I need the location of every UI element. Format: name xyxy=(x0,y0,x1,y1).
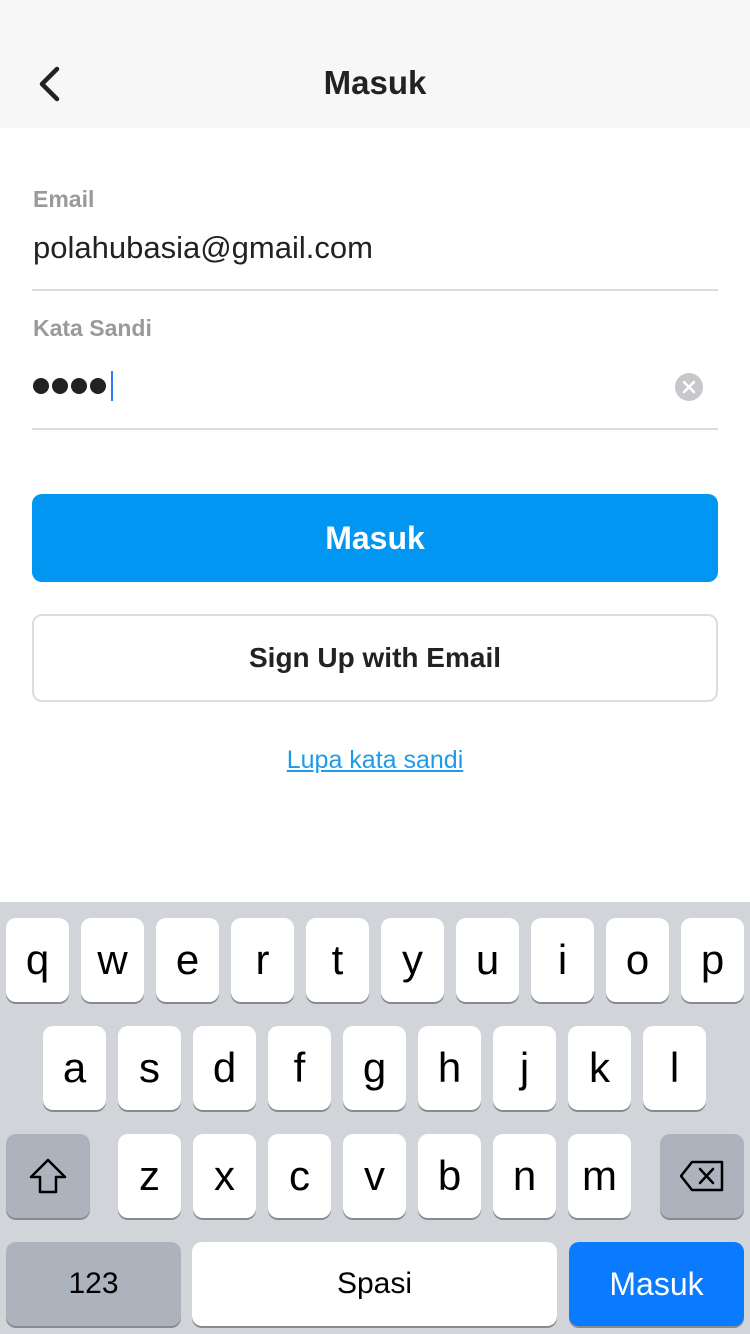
key-b[interactable]: b xyxy=(418,1134,481,1218)
numbers-key[interactable]: 123 xyxy=(6,1242,181,1326)
shift-key[interactable] xyxy=(6,1134,90,1218)
key-z[interactable]: z xyxy=(118,1134,181,1218)
key-l[interactable]: l xyxy=(643,1026,706,1110)
key-o[interactable]: o xyxy=(606,918,669,1002)
key-v[interactable]: v xyxy=(343,1134,406,1218)
password-dot xyxy=(52,378,68,394)
text-caret xyxy=(111,371,113,401)
key-a[interactable]: a xyxy=(43,1026,106,1110)
key-i[interactable]: i xyxy=(531,918,594,1002)
space-key[interactable]: Spasi xyxy=(192,1242,557,1326)
key-c[interactable]: c xyxy=(268,1134,331,1218)
key-n[interactable]: n xyxy=(493,1134,556,1218)
clear-input-button[interactable] xyxy=(675,373,703,401)
forgot-password-link[interactable]: Lupa kata sandi xyxy=(0,746,750,775)
email-field[interactable]: polahubasia@gmail.com xyxy=(33,230,373,266)
key-p[interactable]: p xyxy=(681,918,744,1002)
key-w[interactable]: w xyxy=(81,918,144,1002)
login-button[interactable]: Masuk xyxy=(32,494,718,582)
return-key[interactable]: Masuk xyxy=(569,1242,744,1326)
email-divider xyxy=(32,289,718,291)
key-s[interactable]: s xyxy=(118,1026,181,1110)
password-field[interactable] xyxy=(33,371,113,401)
shift-icon xyxy=(29,1158,67,1194)
navigation-bar: Masuk xyxy=(0,0,750,128)
key-k[interactable]: k xyxy=(568,1026,631,1110)
key-d[interactable]: d xyxy=(193,1026,256,1110)
key-j[interactable]: j xyxy=(493,1026,556,1110)
close-icon xyxy=(682,380,696,394)
key-e[interactable]: e xyxy=(156,918,219,1002)
password-divider xyxy=(32,428,718,430)
keyboard: 123 Spasi Masuk qwertyuiop asdfghjkl zxcvb… xyxy=(0,902,750,1334)
password-dot xyxy=(33,378,49,394)
key-g[interactable]: g xyxy=(343,1026,406,1110)
key-q[interactable]: q xyxy=(6,918,69,1002)
key-r[interactable]: r xyxy=(231,918,294,1002)
key-u[interactable]: u xyxy=(456,918,519,1002)
page-title: Masuk xyxy=(323,64,427,101)
key-x[interactable]: x xyxy=(193,1134,256,1218)
key-t[interactable]: t xyxy=(306,918,369,1002)
key-m[interactable]: m xyxy=(568,1134,631,1218)
password-label: Kata Sandi xyxy=(33,315,152,341)
email-label: Email xyxy=(33,186,95,212)
password-dot xyxy=(71,378,87,394)
backspace-icon xyxy=(679,1160,724,1192)
delete-key[interactable] xyxy=(660,1134,744,1218)
key-y[interactable]: y xyxy=(381,918,444,1002)
signup-email-button[interactable]: Sign Up with Email xyxy=(32,614,718,702)
key-f[interactable]: f xyxy=(268,1026,331,1110)
key-h[interactable]: h xyxy=(418,1026,481,1110)
password-dot xyxy=(90,378,106,394)
